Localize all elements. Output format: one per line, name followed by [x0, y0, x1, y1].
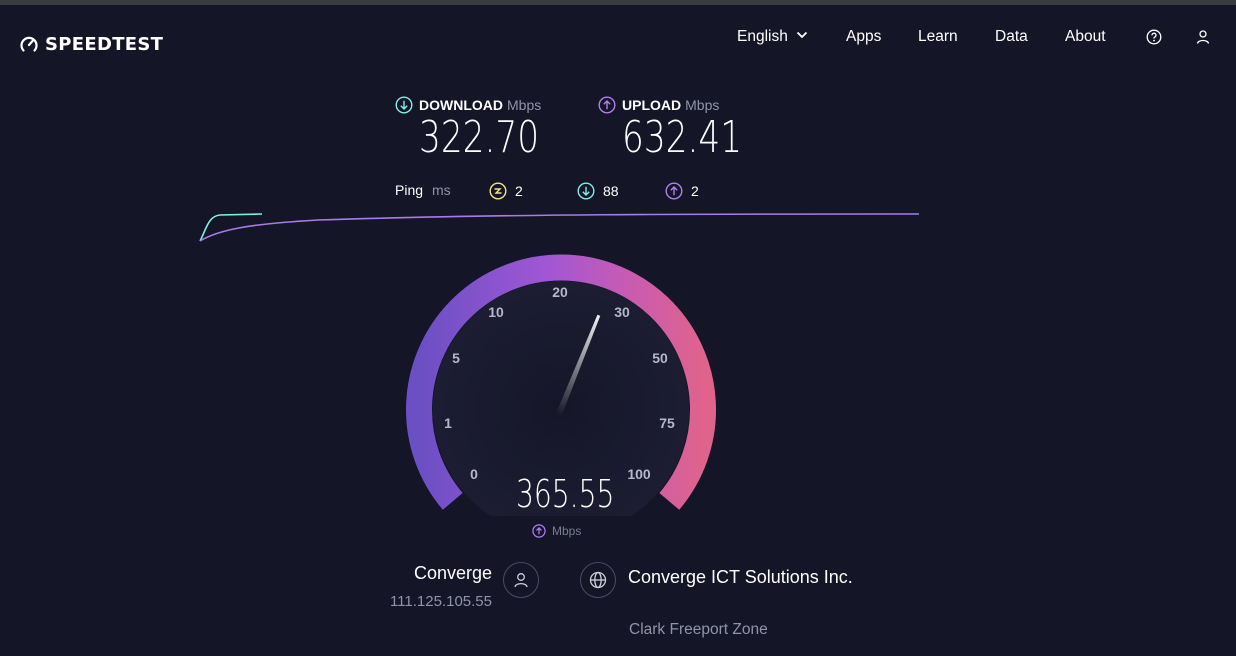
chevron-down-icon — [797, 31, 808, 39]
gauge-speed-value: 365.55 — [516, 472, 615, 516]
nav-data[interactable]: Data — [995, 28, 1028, 46]
speed-graph — [199, 213, 920, 242]
change-server-button[interactable] — [580, 562, 616, 598]
server-name[interactable]: Converge ICT Solutions Inc. — [628, 563, 858, 592]
gauge-tick-10: 10 — [488, 304, 504, 320]
nav-about[interactable]: About — [1065, 28, 1106, 46]
idle-latency-icon — [489, 182, 507, 200]
upload-arrow-icon — [532, 524, 546, 538]
nav-learn[interactable]: Learn — [918, 28, 958, 46]
upload-arrow-icon — [598, 96, 616, 114]
upload-label: UPLOAD — [622, 97, 682, 113]
ip-address: 111.125.105.55 — [389, 593, 492, 610]
gauge-tick-1: 1 — [444, 415, 452, 431]
isp-name: Converge — [413, 563, 492, 583]
ping-label: Ping — [395, 182, 424, 198]
ping-upload-value: 2 — [691, 183, 699, 199]
gauge-unit-label: Mbps — [552, 524, 582, 538]
help-icon[interactable] — [1146, 29, 1162, 45]
gauge-tick-0: 0 — [470, 466, 478, 482]
user-icon — [514, 573, 528, 588]
user-icon[interactable] — [1195, 29, 1211, 45]
download-label: DOWNLOAD — [419, 97, 503, 113]
globe-icon — [589, 571, 607, 589]
gauge-tick-30: 30 — [614, 304, 630, 320]
upload-latency-icon — [665, 182, 683, 200]
gauge-tick-5: 5 — [452, 350, 460, 366]
server-location: Clark Freeport Zone — [629, 621, 768, 638]
gauge-tick-50: 50 — [652, 350, 668, 366]
gauge-unit: Mbps — [532, 524, 581, 538]
ping-download: 88 — [577, 182, 619, 200]
change-provider-button[interactable] — [503, 562, 539, 598]
upload-unit: Mbps — [685, 97, 720, 113]
download-unit: Mbps — [507, 97, 542, 113]
ping-unit: ms — [432, 182, 451, 198]
ping-download-value: 88 — [603, 183, 619, 199]
gauge-tick-20: 20 — [552, 284, 568, 300]
gauge-tick-100: 100 — [627, 466, 651, 482]
nav-apps[interactable]: Apps — [846, 28, 881, 46]
language-label: English — [737, 28, 788, 45]
download-arrow-icon — [395, 96, 413, 114]
ping-upload: 2 — [665, 182, 699, 200]
upload-value: 632.41 — [622, 112, 743, 163]
ping-idle: 2 — [489, 182, 523, 200]
upload-graph-line — [199, 213, 920, 242]
gauge-tick-75: 75 — [659, 415, 675, 431]
download-latency-icon — [577, 182, 595, 200]
language-selector[interactable]: English — [737, 28, 808, 46]
ping-idle-value: 2 — [515, 183, 523, 199]
ping-row: Ping ms 2 88 2 — [0, 182, 1236, 200]
download-value: 322.70 — [419, 112, 540, 163]
main-nav: English Apps Learn Data About — [0, 28, 1236, 48]
